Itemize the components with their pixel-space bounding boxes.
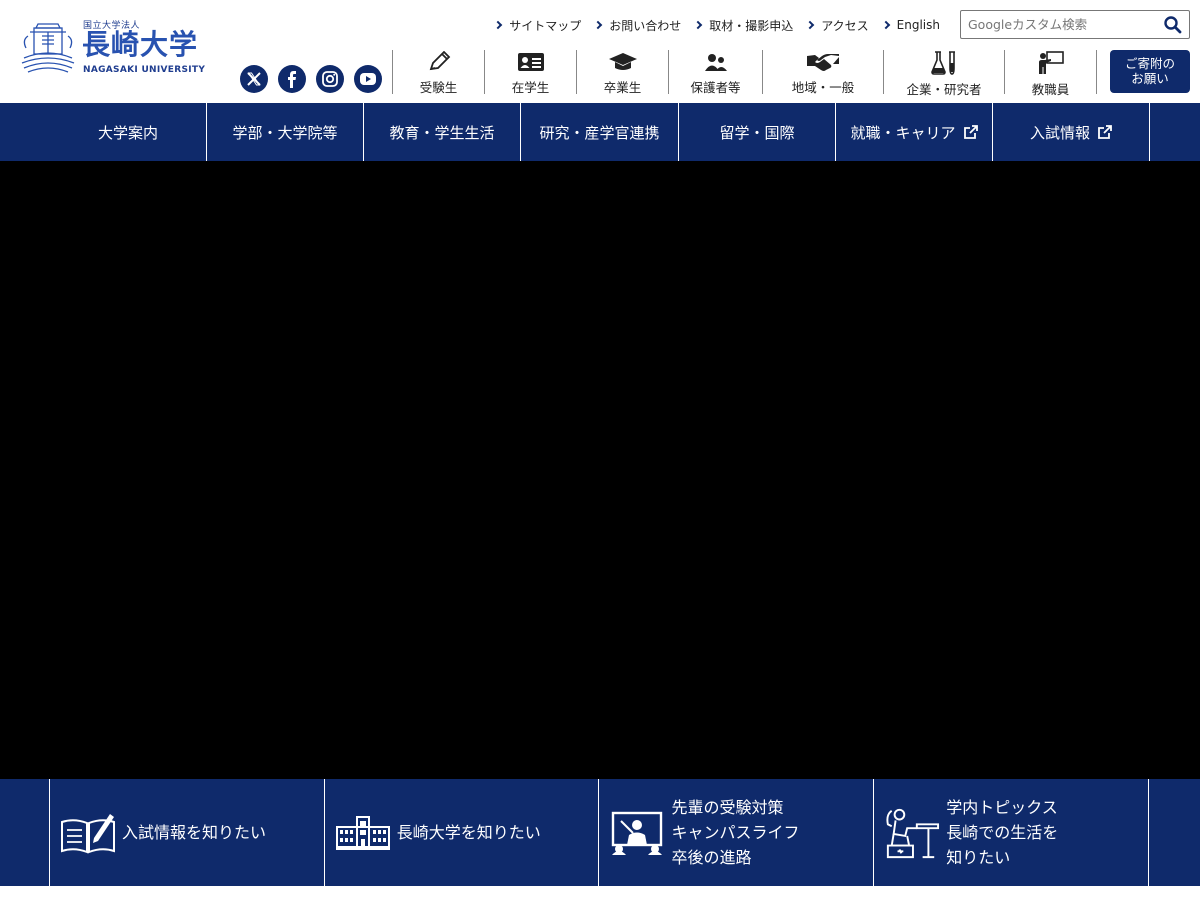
audience-prospective-students[interactable]: 受験生 [392, 50, 484, 95]
facebook-icon [288, 71, 296, 88]
logo-english: NAGASAKI UNIVERSITY [83, 65, 206, 75]
parents-icon [704, 54, 727, 71]
audience-divider [1096, 50, 1097, 94]
search-icon [1164, 16, 1182, 34]
quick-link-admissions[interactable]: 入試情報を知りたい [50, 779, 325, 886]
chevron-right-icon [493, 20, 503, 30]
global-nav: 大学案内 学部・大学院等 教育・学生生活 研究・産学官連携 留学・国際 就職・キ… [0, 103, 1200, 161]
page-bottom-strip [0, 886, 1200, 900]
audience-community[interactable]: 地域・一般 [762, 50, 883, 95]
gnav-about[interactable]: 大学案内 [50, 103, 207, 161]
audience-companies-researchers[interactable]: 企業・研究者 [883, 50, 1004, 97]
gnav-career[interactable]: 就職・キャリア [836, 103, 993, 161]
gnav-admissions[interactable]: 入試情報 [993, 103, 1150, 161]
global-nav-right-spacer [1150, 103, 1200, 161]
quick-link-senior-experiences[interactable]: 先輩の受験対策 キャンパスライフ 卒後の進路 [599, 779, 875, 886]
utility-links: サイトマップ お問い合わせ 取材・撮影申込 アクセス English [493, 16, 940, 34]
external-link-icon [963, 125, 978, 139]
gnav-faculties[interactable]: 学部・大学院等 [207, 103, 364, 161]
flask-icon [931, 51, 955, 75]
quick-links-left-edge [0, 779, 50, 886]
util-link-english[interactable]: English [881, 18, 940, 32]
util-link-press[interactable]: 取材・撮影申込 [693, 17, 793, 34]
hero-video-area[interactable] [0, 161, 1200, 779]
gnav-research[interactable]: 研究・産学官連携 [521, 103, 679, 161]
chevron-right-icon [693, 20, 703, 30]
audience-parents[interactable]: 保護者等 [668, 50, 762, 95]
logo-title: 長崎大学 [82, 28, 199, 61]
gnav-international[interactable]: 留学・国際 [679, 103, 836, 161]
facebook-link[interactable] [278, 65, 306, 93]
teacher-icon [1038, 51, 1064, 74]
audience-current-students[interactable]: 在学生 [484, 50, 576, 95]
youtube-icon [360, 73, 376, 85]
chevron-right-icon [881, 20, 890, 30]
audience-alumni[interactable]: 卒業生 [576, 50, 668, 95]
util-link-contact[interactable]: お問い合わせ [593, 17, 681, 34]
util-link-sitemap[interactable]: サイトマップ [493, 17, 581, 34]
gnav-education-student-life[interactable]: 教育・学生生活 [364, 103, 521, 161]
handshake-icon [807, 54, 839, 71]
search-input[interactable] [961, 11, 1161, 38]
donation-button[interactable]: ご寄附の お願い [1110, 50, 1190, 93]
chevron-right-icon [593, 20, 603, 30]
presentation-icon [612, 811, 663, 855]
social-links [240, 65, 382, 93]
statue-icon [886, 808, 940, 858]
search-box [960, 10, 1190, 39]
student-card-icon [517, 53, 544, 71]
graduation-cap-icon [608, 53, 637, 70]
search-button[interactable] [1163, 15, 1183, 35]
instagram-link[interactable] [316, 65, 344, 93]
quick-link-campus-topics[interactable]: 学内トピックス 長崎での生活を 知りたい [874, 779, 1150, 886]
quick-links: 入試情報を知りたい 長崎大学を知りたい 先輩の受験対策 キャンパスライフ 卒後の… [0, 779, 1200, 886]
quick-links-right-edge [1149, 779, 1200, 886]
campus-building-icon [335, 815, 390, 850]
open-book-icon [60, 813, 115, 853]
university-logo[interactable]: 国立大学法人 長崎大学 NAGASAKI UNIVERSITY [20, 16, 210, 76]
quick-link-about[interactable]: 長崎大学を知りたい [325, 779, 600, 886]
site-header: 国立大学法人 長崎大学 NAGASAKI UNIVERSITY サイトマップ お… [0, 0, 1200, 103]
util-link-access[interactable]: アクセス [806, 17, 869, 34]
x-link[interactable] [240, 65, 268, 93]
university-emblem-icon [21, 23, 75, 73]
global-nav-left-spacer [0, 103, 50, 161]
x-icon [247, 72, 261, 86]
external-link-icon [1098, 125, 1112, 139]
youtube-link[interactable] [354, 65, 382, 93]
audience-nav: 受験生 在学生 卒業生 保護者等 地域・一般 企業・研究者 教職員 [392, 50, 1097, 97]
instagram-icon [322, 71, 338, 87]
chevron-right-icon [806, 20, 815, 30]
audience-faculty-staff[interactable]: 教職員 [1004, 50, 1096, 97]
pencil-icon [429, 51, 450, 71]
